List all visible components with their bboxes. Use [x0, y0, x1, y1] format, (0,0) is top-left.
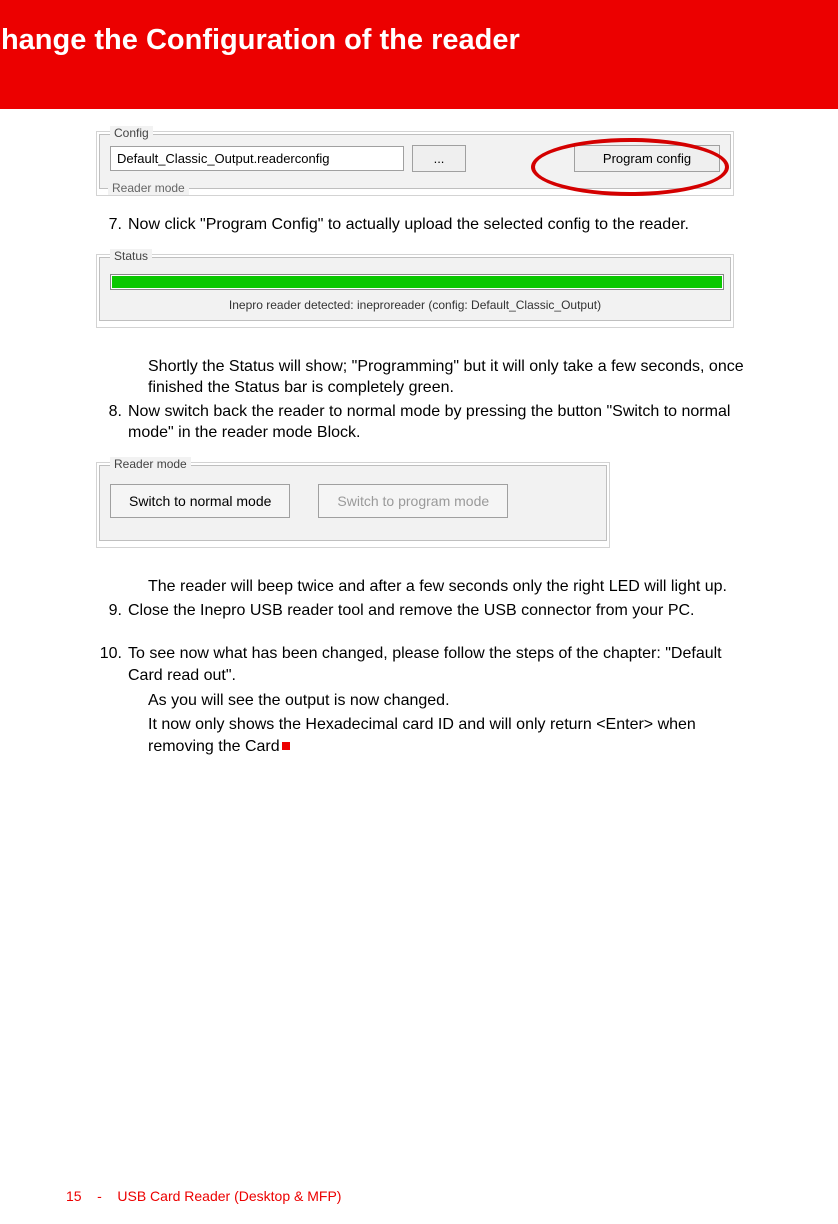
- reader-mode-screenshot: Reader mode Switch to normal mode Switch…: [96, 462, 610, 548]
- program-config-button[interactable]: Program config: [574, 145, 720, 172]
- step-number: 8.: [96, 401, 128, 444]
- config-legend: Config: [110, 126, 153, 140]
- switch-program-mode-button[interactable]: Switch to program mode: [318, 484, 508, 518]
- switch-normal-mode-button[interactable]: Switch to normal mode: [110, 484, 290, 518]
- step-8-note: The reader will beep twice and after a f…: [148, 576, 748, 598]
- step-10-note-2-text: It now only shows the Hexadecimal card I…: [148, 716, 696, 755]
- browse-button[interactable]: ...: [412, 145, 466, 172]
- step-text: Now click "Program Config" to actually u…: [128, 214, 748, 236]
- progress-bar: [110, 274, 724, 290]
- config-file-textbox[interactable]: Default_Classic_Output.readerconfig: [110, 146, 404, 171]
- step-number: 10.: [96, 643, 128, 686]
- end-of-section-marker: [282, 742, 290, 750]
- cut-off-legend: Reader mode: [108, 181, 189, 195]
- reader-mode-legend: Reader mode: [110, 457, 191, 471]
- config-screenshot: Config Default_Classic_Output.readerconf…: [96, 131, 734, 196]
- step-text: Close the Inepro USB reader tool and rem…: [128, 600, 748, 622]
- step-8: 8. Now switch back the reader to normal …: [96, 401, 748, 444]
- status-screenshot: Status Inepro reader detected: ineprorea…: [96, 254, 734, 328]
- footer-sep: -: [97, 1188, 102, 1204]
- step-text: Now switch back the reader to normal mod…: [128, 401, 748, 444]
- status-legend: Status: [110, 249, 152, 263]
- status-text: Inepro reader detected: ineproreader (co…: [110, 298, 720, 316]
- page-header-banner: Change the Configuration of the reader: [0, 0, 838, 109]
- step-number: 7.: [96, 214, 128, 236]
- step-10-note-1: As you will see the output is now change…: [148, 690, 748, 712]
- progress-fill: [112, 276, 722, 288]
- page-title: Change the Configuration of the reader: [0, 24, 838, 57]
- step-7-note: Shortly the Status will show; "Programmi…: [148, 356, 748, 399]
- step-7: 7. Now click "Program Config" to actuall…: [96, 214, 748, 236]
- page-footer: 15 - USB Card Reader (Desktop & MFP): [66, 1188, 341, 1204]
- step-10: 10. To see now what has been changed, pl…: [96, 643, 748, 686]
- page-number: 15: [66, 1188, 82, 1204]
- step-text: To see now what has been changed, please…: [128, 643, 748, 686]
- step-10-note-2: It now only shows the Hexadecimal card I…: [148, 714, 748, 757]
- step-9: 9. Close the Inepro USB reader tool and …: [96, 600, 748, 622]
- doc-title: USB Card Reader (Desktop & MFP): [117, 1188, 341, 1204]
- step-number: 9.: [96, 600, 128, 622]
